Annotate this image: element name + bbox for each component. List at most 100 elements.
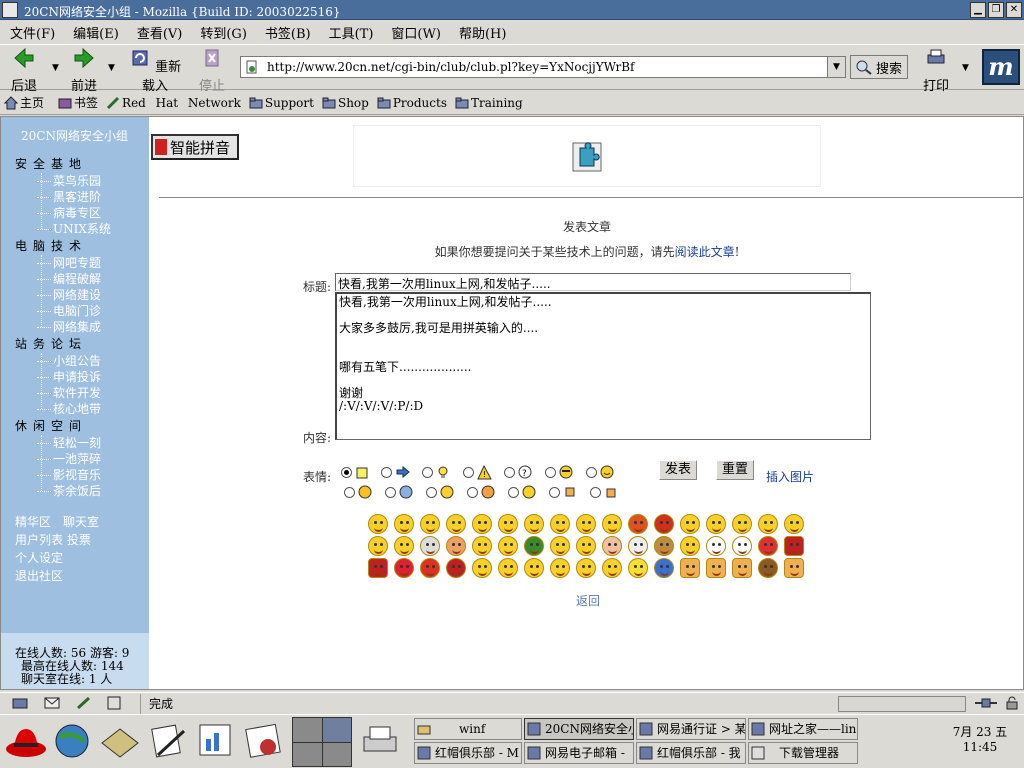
navigator-icon[interactable] bbox=[12, 696, 28, 710]
emoticon-icon[interactable] bbox=[446, 514, 466, 534]
emoticon-icon[interactable] bbox=[394, 536, 414, 556]
insert-image-link[interactable]: 插入图片 bbox=[766, 468, 814, 485]
back-link[interactable]: 返回 bbox=[576, 592, 600, 609]
mood-radio[interactable] bbox=[341, 467, 352, 478]
emoticon-icon[interactable] bbox=[654, 514, 674, 534]
sidebar-link[interactable]: 软件开发 bbox=[37, 384, 101, 401]
menu-view[interactable]: 查看(V) bbox=[137, 23, 183, 42]
security-lock-icon[interactable] bbox=[1004, 696, 1020, 710]
sidebar-link[interactable]: 菜鸟乐园 bbox=[37, 172, 101, 189]
mood-radio[interactable] bbox=[545, 467, 556, 478]
sidebar-title[interactable]: 20CN网络安全小组 bbox=[21, 127, 128, 144]
emoticon-icon[interactable] bbox=[498, 514, 518, 534]
emoticon-icon[interactable] bbox=[706, 558, 726, 578]
workspace-3[interactable] bbox=[293, 742, 322, 766]
sidebar-link[interactable]: 影视音乐 bbox=[37, 466, 101, 483]
emoticon-icon[interactable] bbox=[758, 558, 778, 578]
emoticon-icon[interactable] bbox=[628, 514, 648, 534]
sidebar-link[interactable]: 网吧专题 bbox=[37, 254, 101, 271]
task-button[interactable]: winf bbox=[414, 718, 522, 740]
sidebar-link[interactable]: 病毒专区 bbox=[37, 204, 101, 221]
forward-history-dropdown[interactable]: ▼ bbox=[108, 63, 115, 73]
emoticon-icon[interactable] bbox=[576, 536, 596, 556]
bookmark-folder-support[interactable]: Support bbox=[249, 96, 314, 110]
menu-file[interactable]: 文件(F) bbox=[10, 23, 55, 42]
bookmark-folder-training[interactable]: Training bbox=[455, 96, 523, 110]
emoticon-icon[interactable] bbox=[732, 536, 752, 556]
stop-button[interactable]: 停止 bbox=[196, 47, 228, 94]
mood-radio[interactable] bbox=[504, 467, 515, 478]
emoticon-icon[interactable] bbox=[498, 536, 518, 556]
sidebar-link[interactable]: 核心地带 bbox=[37, 400, 101, 417]
emoticon-icon[interactable] bbox=[394, 558, 414, 578]
redhat-menu-icon[interactable] bbox=[4, 719, 48, 763]
page-proxy-icon[interactable] bbox=[245, 60, 259, 74]
task-button[interactable]: 红帽俱乐部 - M bbox=[414, 742, 522, 764]
url-history-dropdown[interactable]: ▼ bbox=[827, 57, 845, 77]
emoticon-icon[interactable] bbox=[524, 514, 544, 534]
mood-radio[interactable] bbox=[463, 467, 474, 478]
sidebar-link[interactable]: 网络集成 bbox=[37, 318, 101, 335]
emoticon-icon[interactable] bbox=[680, 514, 700, 534]
mood-radio[interactable] bbox=[422, 467, 433, 478]
menu-bookmarks[interactable]: 书签(B) bbox=[265, 23, 311, 42]
back-history-dropdown[interactable]: ▼ bbox=[52, 63, 59, 73]
sidebar-link-users-vote[interactable]: 用户列表 投票 bbox=[15, 531, 91, 548]
emoticon-icon[interactable] bbox=[446, 558, 466, 578]
emoticon-icon[interactable] bbox=[628, 558, 648, 578]
spreadsheet-icon[interactable] bbox=[242, 719, 286, 763]
mood-radio[interactable] bbox=[381, 467, 392, 478]
minimize-button[interactable]: ▁ bbox=[970, 2, 986, 18]
menu-edit[interactable]: 编辑(E) bbox=[73, 23, 119, 42]
emoticon-icon[interactable] bbox=[524, 536, 544, 556]
sidebar-link[interactable]: 一池萍碎 bbox=[37, 450, 101, 467]
sidebar-link-settings[interactable]: 个人设定 bbox=[15, 549, 63, 566]
emoticon-icon[interactable] bbox=[758, 536, 778, 556]
maximize-button[interactable]: ❐ bbox=[988, 2, 1004, 18]
url-input[interactable] bbox=[265, 59, 825, 75]
emoticon-icon[interactable] bbox=[472, 514, 492, 534]
emoticon-icon[interactable] bbox=[472, 536, 492, 556]
workspace-4[interactable] bbox=[322, 742, 351, 766]
emoticon-icon[interactable] bbox=[550, 514, 570, 534]
emoticon-icon[interactable] bbox=[654, 536, 674, 556]
bookmarks-menu[interactable]: 书签 bbox=[58, 94, 98, 111]
emoticon-icon[interactable] bbox=[420, 536, 440, 556]
back-button[interactable]: 后退 bbox=[8, 47, 40, 94]
clock[interactable]: 7月 23 五 11:45 bbox=[940, 725, 1020, 755]
bookmark-redhat-network[interactable]: Red Hat Network bbox=[106, 96, 241, 110]
emoticon-icon[interactable] bbox=[420, 558, 440, 578]
task-button[interactable]: 红帽俱乐部 - 我 bbox=[636, 742, 746, 764]
window-menu-icon[interactable] bbox=[2, 2, 18, 18]
bookmark-home[interactable]: 主页 bbox=[4, 94, 44, 111]
reload-button[interactable]: 重新载入 bbox=[128, 47, 182, 94]
bookmark-folder-products[interactable]: Products bbox=[377, 96, 447, 110]
sidebar-link[interactable]: 茶余饭后 bbox=[37, 482, 101, 499]
read-article-link[interactable]: 阅读此文章 bbox=[675, 245, 735, 259]
sidebar-link[interactable]: UNIX系统 bbox=[37, 220, 111, 237]
sidebar-link[interactable]: 电脑门诊 bbox=[37, 302, 101, 319]
emoticon-icon[interactable] bbox=[784, 514, 804, 534]
reset-button[interactable]: 重置 bbox=[716, 460, 754, 480]
emoticon-icon[interactable] bbox=[420, 514, 440, 534]
forward-button[interactable]: 前进 bbox=[68, 47, 100, 94]
mood-radio[interactable] bbox=[590, 487, 601, 498]
emoticon-icon[interactable] bbox=[446, 536, 466, 556]
emoticon-icon[interactable] bbox=[550, 536, 570, 556]
task-button[interactable]: 网址之家——lin bbox=[748, 718, 858, 740]
presentation-icon[interactable] bbox=[194, 719, 238, 763]
emoticon-icon[interactable] bbox=[602, 514, 622, 534]
emoticon-icon[interactable] bbox=[784, 558, 804, 578]
emoticon-icon[interactable] bbox=[524, 558, 544, 578]
sidebar-link[interactable]: 编程破解 bbox=[37, 270, 101, 287]
print-dropdown[interactable]: ▼ bbox=[962, 63, 969, 73]
emoticon-icon[interactable] bbox=[576, 514, 596, 534]
emoticon-icon[interactable] bbox=[394, 514, 414, 534]
mood-radio[interactable] bbox=[467, 487, 478, 498]
submit-button[interactable]: 发表 bbox=[659, 460, 697, 480]
bookmark-folder-shop[interactable]: Shop bbox=[322, 96, 369, 110]
sidebar-link[interactable]: 黑客进阶 bbox=[37, 188, 101, 205]
task-button[interactable]: 网易电子邮箱 - bbox=[524, 742, 634, 764]
pinyin-ime-indicator[interactable]: 智能拼音 bbox=[151, 134, 239, 160]
menu-help[interactable]: 帮助(H) bbox=[459, 23, 506, 42]
